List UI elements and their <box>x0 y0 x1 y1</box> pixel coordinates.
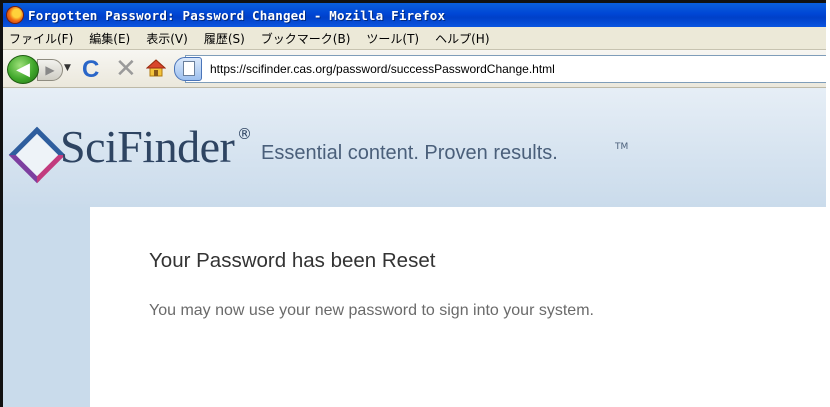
menu-file[interactable]: ファイル(F) <box>3 30 81 47</box>
success-message: You may now use your new password to sig… <box>149 302 594 319</box>
scifinder-logo: SciFinder <box>60 121 235 172</box>
back-icon: ◀ <box>16 59 30 80</box>
page-area: SciFinder ® Essential content. Proven re… <box>3 88 826 407</box>
page-heading: Your Password has been Reset <box>149 249 436 272</box>
scifinder-logo-icon <box>8 126 66 184</box>
registered-mark: ® <box>237 125 252 143</box>
trademark-mark: TM <box>615 142 629 152</box>
address-bar[interactable]: https://scifinder.cas.org/password/succe… <box>174 55 826 83</box>
firefox-icon <box>7 7 23 23</box>
stop-icon[interactable]: ✕ <box>115 54 137 84</box>
back-button[interactable]: ◀ <box>7 55 39 84</box>
page-icon[interactable] <box>174 57 202 81</box>
history-dropdown-icon[interactable]: ▼ <box>64 63 71 73</box>
menu-view[interactable]: 表示(V) <box>138 30 196 47</box>
menu-help[interactable]: ヘルプ(H) <box>427 30 497 47</box>
menu-bookmarks[interactable]: ブックマーク(B) <box>253 30 359 47</box>
navigation-toolbar: ▶ ◀ ▼ C ✕ https://scifinder.cas.org/pass… <box>3 50 826 88</box>
home-icon[interactable] <box>145 59 167 77</box>
menu-tools[interactable]: ツール(T) <box>358 30 427 47</box>
menu-edit[interactable]: 編集(E) <box>81 30 138 47</box>
url-text[interactable]: https://scifinder.cas.org/password/succe… <box>210 62 555 76</box>
window-title: Forgotten Password: Password Changed - M… <box>28 7 446 23</box>
site-header: SciFinder ® Essential content. Proven re… <box>3 88 826 207</box>
tagline: Essential content. Proven results. <box>261 142 558 164</box>
forward-button[interactable]: ▶ <box>37 59 63 81</box>
reload-icon[interactable]: C <box>82 56 99 84</box>
browser-window: Forgotten Password: Password Changed - M… <box>0 0 826 407</box>
content-panel: Your Password has been Reset You may now… <box>90 207 826 407</box>
title-bar: Forgotten Password: Password Changed - M… <box>3 3 826 27</box>
forward-icon: ▶ <box>45 63 55 77</box>
menu-history[interactable]: 履歴(S) <box>196 30 253 47</box>
menu-bar: ファイル(F) 編集(E) 表示(V) 履歴(S) ブックマーク(B) ツール(… <box>3 27 826 50</box>
